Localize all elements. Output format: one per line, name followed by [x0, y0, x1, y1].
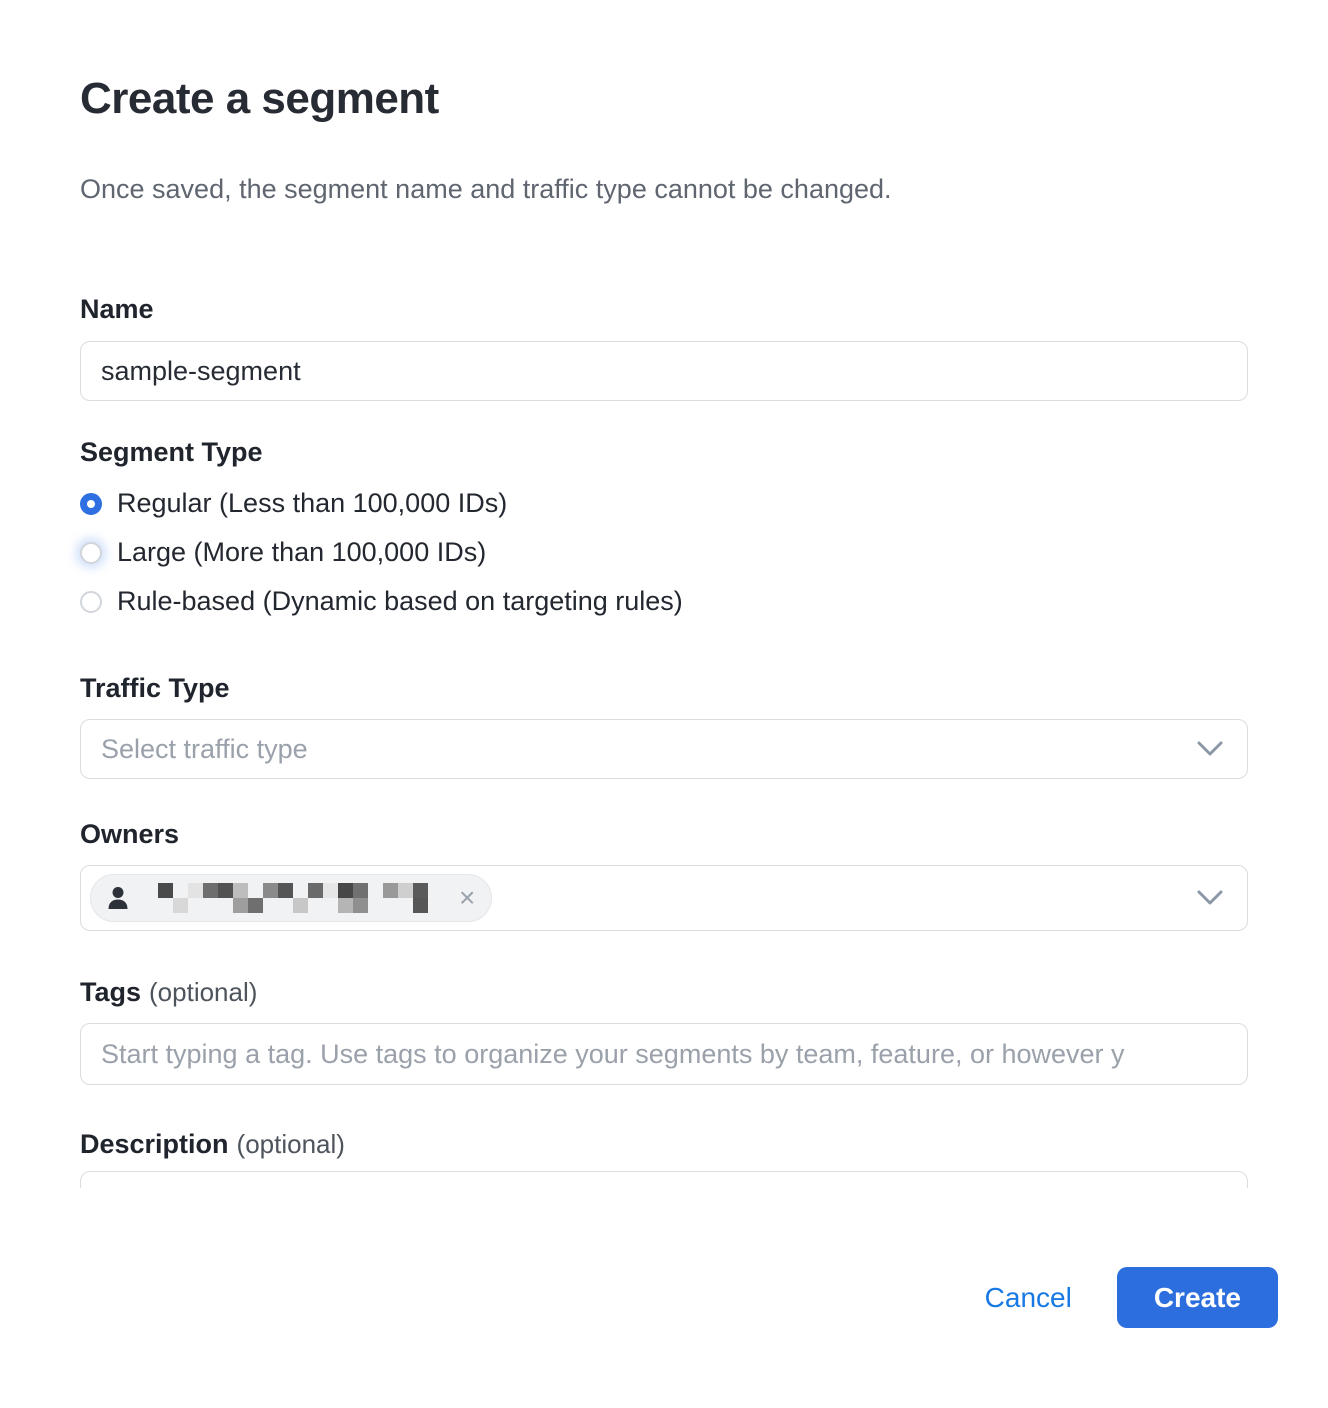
owners-label: Owners — [80, 819, 1248, 849]
description-optional-suffix: (optional) — [237, 1129, 345, 1159]
chevron-down-icon — [1197, 890, 1223, 906]
radio-button-icon[interactable] — [80, 591, 102, 613]
traffic-type-label: Traffic Type — [80, 673, 1248, 703]
radio-option-label: Large (More than 100,000 IDs) — [117, 537, 486, 568]
radio-option-large[interactable]: Large (More than 100,000 IDs) — [80, 528, 1248, 577]
create-button[interactable]: Create — [1117, 1267, 1278, 1328]
traffic-type-placeholder: Select traffic type — [101, 734, 308, 765]
owners-select[interactable]: × — [80, 865, 1248, 931]
tags-input[interactable] — [80, 1023, 1248, 1085]
radio-button-icon[interactable] — [80, 493, 102, 515]
description-label: Description (optional) — [80, 1129, 1248, 1159]
name-label: Name — [80, 294, 1248, 324]
chevron-down-icon — [1197, 741, 1223, 757]
person-icon — [107, 885, 129, 911]
dialog-footer: Cancel Create — [80, 1267, 1278, 1328]
description-label-text: Description — [80, 1129, 229, 1159]
traffic-type-select[interactable]: Select traffic type — [80, 719, 1248, 779]
dialog-subtitle: Once saved, the segment name and traffic… — [80, 172, 1248, 206]
radio-option-rule-based[interactable]: Rule-based (Dynamic based on targeting r… — [80, 577, 1248, 626]
tags-optional-suffix: (optional) — [149, 977, 257, 1007]
description-textarea[interactable] — [80, 1171, 1248, 1188]
close-icon[interactable]: × — [459, 884, 475, 912]
radio-button-icon[interactable] — [80, 542, 102, 564]
create-segment-dialog: Create a segment Once saved, the segment… — [0, 0, 1328, 1408]
segment-type-radio-group: Regular (Less than 100,000 IDs) Large (M… — [80, 479, 1248, 626]
radio-option-label: Regular (Less than 100,000 IDs) — [117, 488, 507, 519]
page-title: Create a segment — [80, 72, 1248, 126]
redacted-owner-text — [143, 883, 443, 913]
segment-type-label: Segment Type — [80, 437, 1248, 467]
radio-option-label: Rule-based (Dynamic based on targeting r… — [117, 586, 683, 617]
radio-option-regular[interactable]: Regular (Less than 100,000 IDs) — [80, 479, 1248, 528]
tags-label: Tags (optional) — [80, 977, 1248, 1007]
owner-chip: × — [90, 874, 492, 922]
tags-label-text: Tags — [80, 977, 141, 1007]
cancel-button[interactable]: Cancel — [985, 1282, 1072, 1314]
name-input[interactable] — [80, 341, 1248, 401]
